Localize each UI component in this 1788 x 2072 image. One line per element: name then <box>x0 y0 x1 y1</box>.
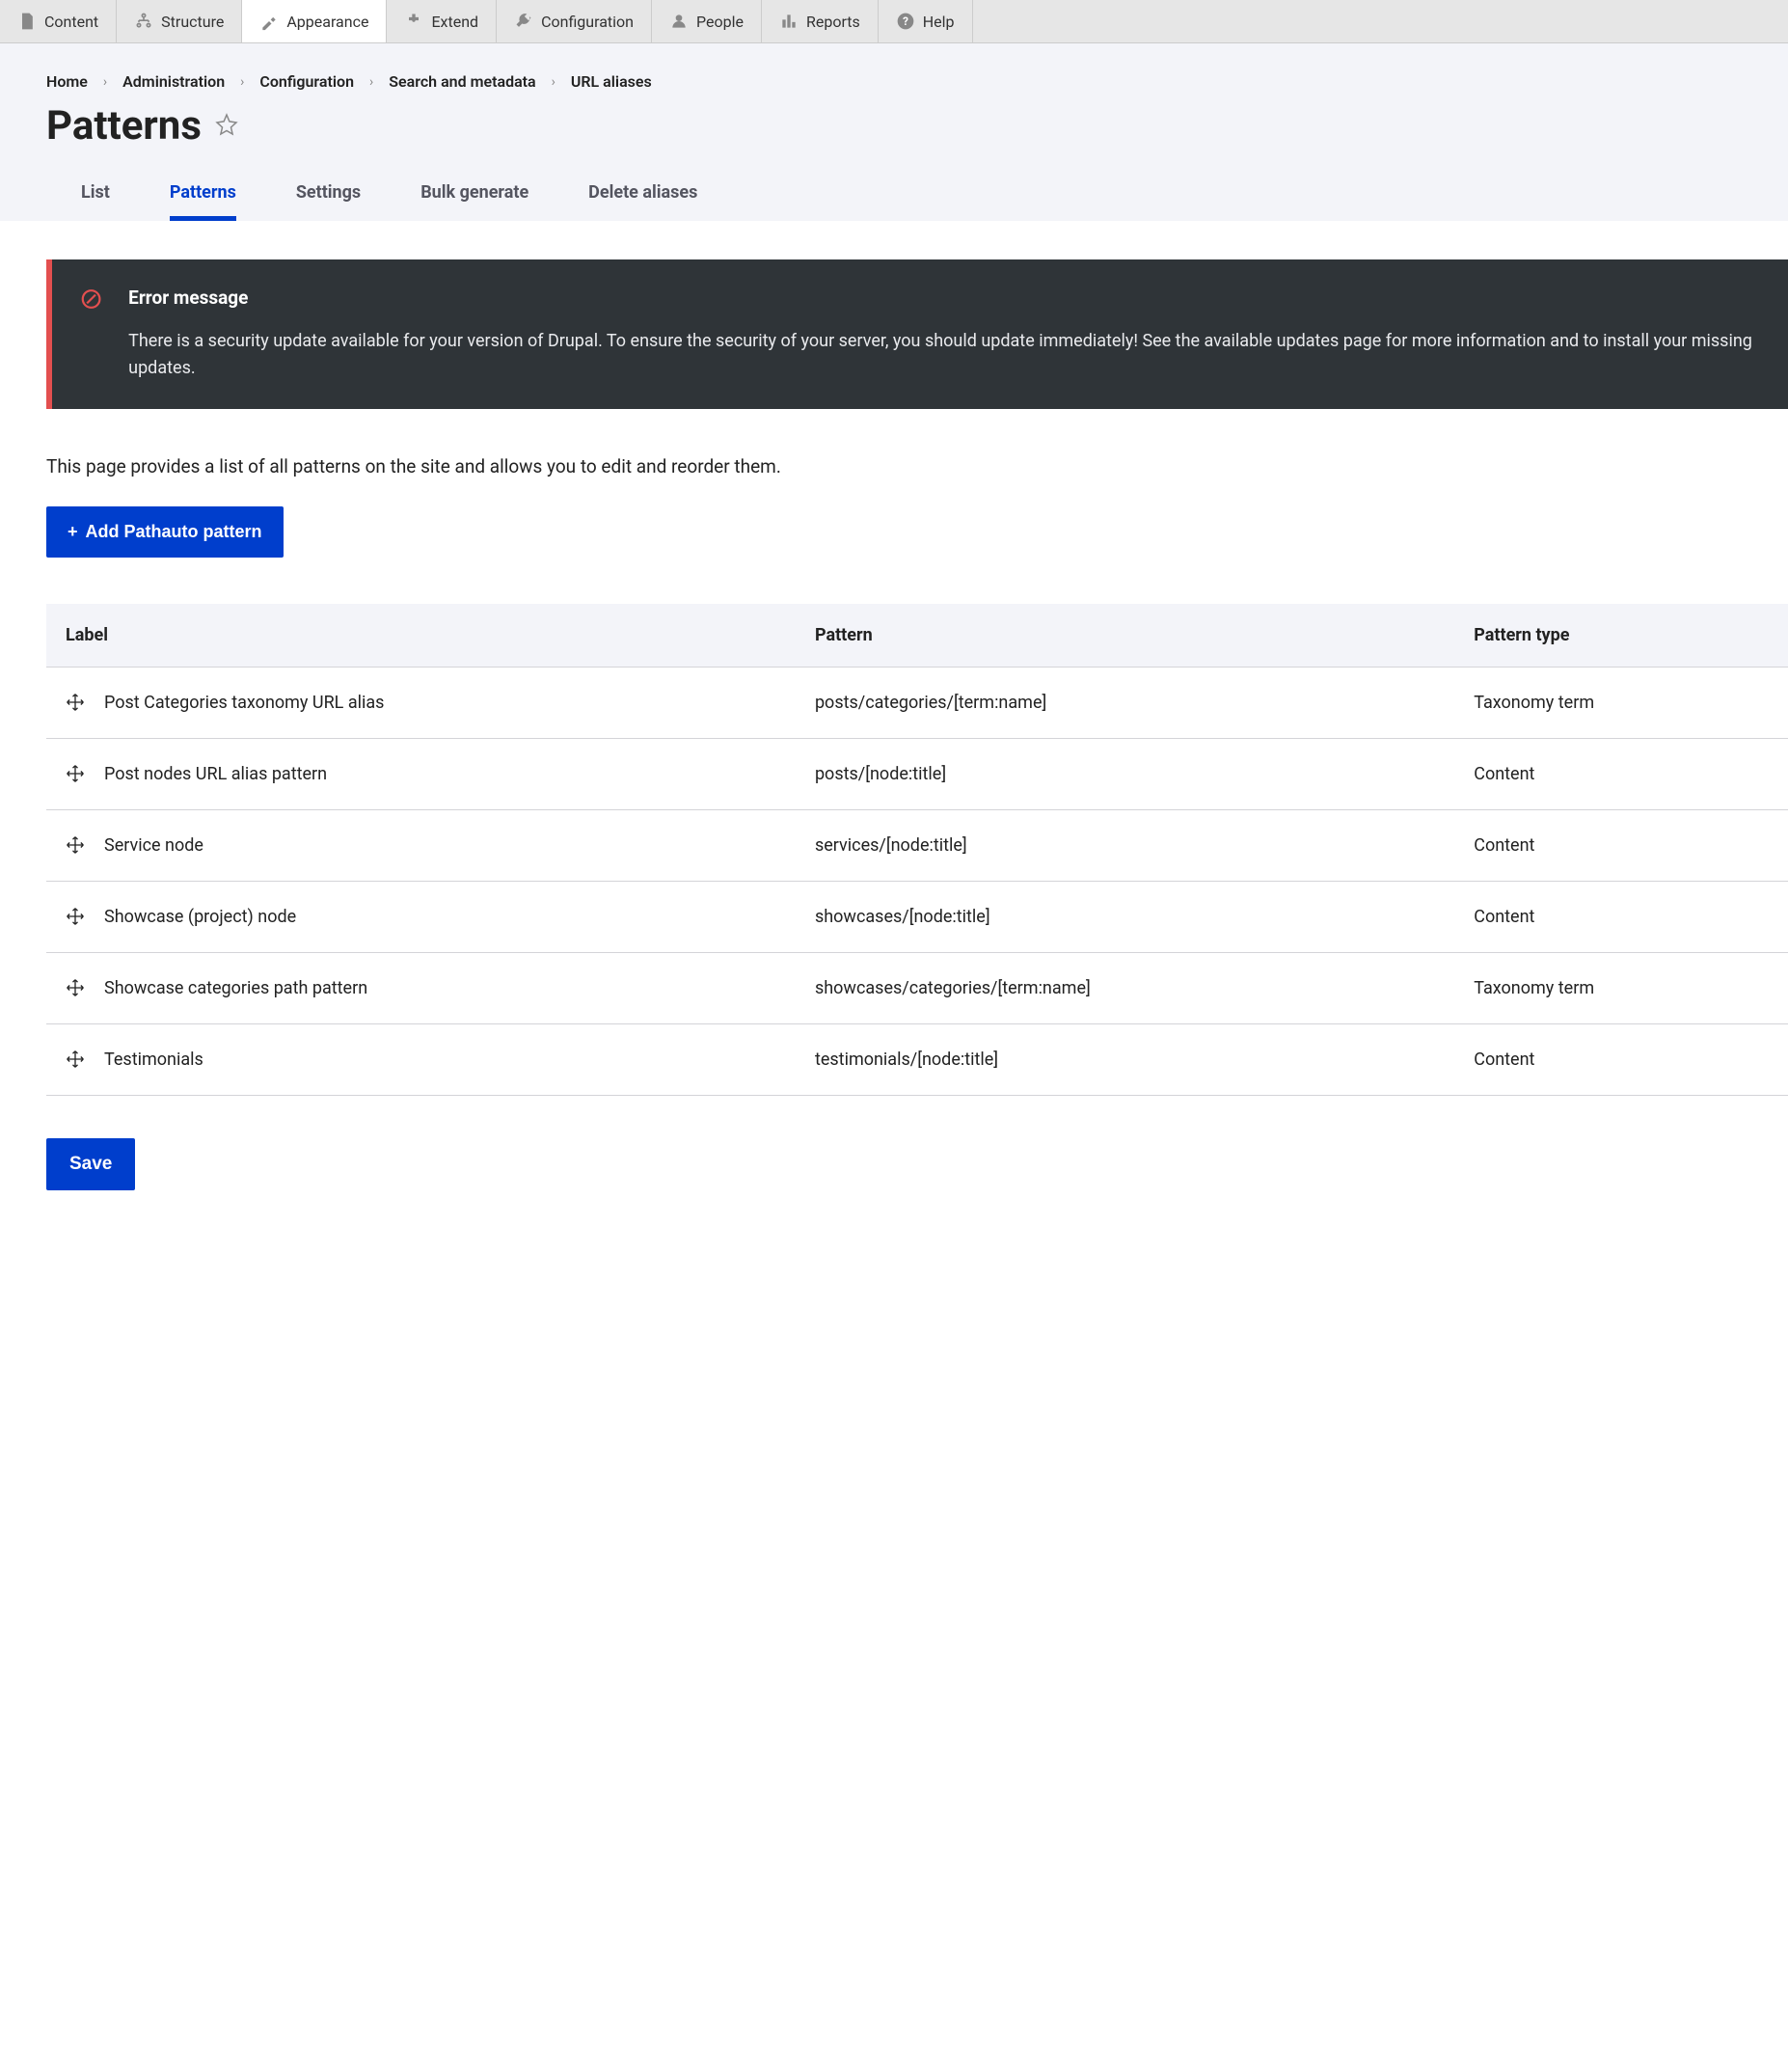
drag-handle-icon[interactable] <box>66 1050 85 1069</box>
extend-icon <box>404 12 423 31</box>
row-label: Testimonials <box>104 1050 203 1070</box>
chevron-right-icon: › <box>103 74 107 90</box>
table-row: Showcase categories path pattern showcas… <box>46 952 1788 1023</box>
toolbar-label: Extend <box>431 13 478 31</box>
error-message: Error message There is a security update… <box>46 259 1788 409</box>
breadcrumb-link[interactable]: Configuration <box>259 72 354 91</box>
table-row: Post nodes URL alias pattern posts/[node… <box>46 738 1788 809</box>
help-icon: ? <box>896 12 915 31</box>
th-pattern: Pattern <box>796 604 1454 668</box>
tab-settings[interactable]: Settings <box>296 169 361 221</box>
th-label: Label <box>46 604 796 668</box>
toolbar-appearance[interactable]: Appearance <box>242 0 387 42</box>
error-icon <box>81 288 101 310</box>
toolbar-reports[interactable]: Reports <box>762 0 879 42</box>
row-type: Content <box>1454 738 1788 809</box>
toolbar-help[interactable]: ? Help <box>879 0 973 42</box>
structure-icon <box>134 12 153 31</box>
row-type: Taxonomy term <box>1454 952 1788 1023</box>
reports-icon <box>779 12 799 31</box>
toolbar-label: Content <box>44 13 98 31</box>
error-text: There is a security update available for… <box>128 328 1759 382</box>
svg-text:?: ? <box>903 14 908 28</box>
add-pattern-button[interactable]: + Add Pathauto pattern <box>46 506 284 558</box>
page-header: Home › Administration › Configuration › … <box>0 43 1788 221</box>
tab-bulk-generate[interactable]: Bulk generate <box>420 169 528 221</box>
toolbar-extend[interactable]: Extend <box>387 0 497 42</box>
appearance-icon <box>259 12 279 31</box>
table-row: Service node services/[node:title] Conte… <box>46 809 1788 881</box>
save-button[interactable]: Save <box>46 1138 135 1190</box>
tab-patterns[interactable]: Patterns <box>170 169 236 221</box>
table-row: Showcase (project) node showcases/[node:… <box>46 881 1788 952</box>
th-type: Pattern type <box>1454 604 1788 668</box>
toolbar-label: Reports <box>806 13 860 31</box>
row-type: Content <box>1454 1023 1788 1095</box>
drag-handle-icon[interactable] <box>66 693 85 712</box>
patterns-table: Label Pattern Pattern type Post Categori… <box>46 604 1788 1096</box>
row-label: Post nodes URL alias pattern <box>104 764 327 784</box>
toolbar-label: Structure <box>161 13 224 31</box>
row-pattern: posts/categories/[term:name] <box>796 667 1454 738</box>
star-icon[interactable] <box>215 113 238 136</box>
drag-handle-icon[interactable] <box>66 835 85 855</box>
row-pattern: showcases/categories/[term:name] <box>796 952 1454 1023</box>
tab-delete-aliases[interactable]: Delete aliases <box>588 169 697 221</box>
breadcrumb-link[interactable]: Administration <box>122 72 225 91</box>
toolbar-label: Appearance <box>286 13 368 31</box>
chevron-right-icon: › <box>240 74 244 90</box>
row-type: Content <box>1454 881 1788 952</box>
row-label: Service node <box>104 835 203 856</box>
drag-handle-icon[interactable] <box>66 978 85 997</box>
toolbar-label: Help <box>923 13 955 31</box>
toolbar-label: People <box>696 13 744 31</box>
tab-list[interactable]: List <box>81 169 110 221</box>
row-pattern: posts/[node:title] <box>796 738 1454 809</box>
row-label: Showcase (project) node <box>104 907 296 927</box>
drag-handle-icon[interactable] <box>66 764 85 783</box>
breadcrumb-link[interactable]: Search and metadata <box>389 72 535 91</box>
table-row: Testimonials testimonials/[node:title] C… <box>46 1023 1788 1095</box>
configuration-icon <box>514 12 533 31</box>
toolbar-structure[interactable]: Structure <box>117 0 242 42</box>
drag-handle-icon[interactable] <box>66 907 85 926</box>
chevron-right-icon: › <box>369 74 373 90</box>
row-type: Content <box>1454 809 1788 881</box>
breadcrumb-link[interactable]: Home <box>46 72 88 91</box>
row-pattern: services/[node:title] <box>796 809 1454 881</box>
chevron-right-icon: › <box>552 74 555 90</box>
page-description: This page provides a list of all pattern… <box>46 455 1788 477</box>
row-pattern: showcases/[node:title] <box>796 881 1454 952</box>
table-row: Post Categories taxonomy URL alias posts… <box>46 667 1788 738</box>
people-icon <box>669 12 689 31</box>
breadcrumb-link[interactable]: URL aliases <box>571 72 652 91</box>
content-area: Error message There is a security update… <box>0 221 1788 1229</box>
toolbar-configuration[interactable]: Configuration <box>497 0 652 42</box>
admin-toolbar: Content Structure Appearance Extend Conf… <box>0 0 1788 43</box>
toolbar-label: Configuration <box>541 13 634 31</box>
toolbar-content[interactable]: Content <box>0 0 117 42</box>
row-label: Post Categories taxonomy URL alias <box>104 693 384 713</box>
page-title: Patterns <box>46 102 202 169</box>
tabs: List Patterns Settings Bulk generate Del… <box>46 169 1742 221</box>
add-button-label: Add Pathauto pattern <box>86 522 262 542</box>
toolbar-people[interactable]: People <box>652 0 762 42</box>
plus-icon: + <box>68 522 78 542</box>
content-icon <box>17 12 37 31</box>
row-type: Taxonomy term <box>1454 667 1788 738</box>
row-pattern: testimonials/[node:title] <box>796 1023 1454 1095</box>
row-label: Showcase categories path pattern <box>104 978 367 998</box>
error-title: Error message <box>128 286 1759 309</box>
breadcrumb: Home › Administration › Configuration › … <box>46 72 1742 91</box>
